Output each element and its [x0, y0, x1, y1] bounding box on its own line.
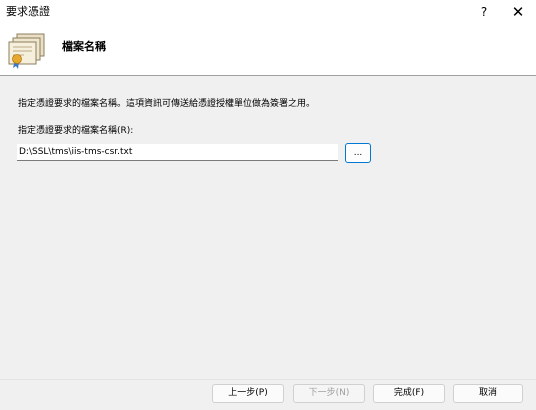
wizard-body: 指定憑證要求的檔案名稱。這項資訊可傳送給憑證授權單位做為簽署之用。 指定憑證要求… [0, 76, 536, 379]
window-title: 要求憑證 [6, 5, 50, 18]
title-bar[interactable]: 要求憑證 ? ✕ [0, 0, 536, 24]
filename-field[interactable] [17, 144, 338, 161]
request-certificate-dialog: 要求憑證 ? ✕ 檔案名稱 指定憑證要求的檔案名稱。這項資訊可傳送給憑證授權單位… [0, 0, 536, 410]
next-button[interactable]: 下一步(N) [293, 384, 365, 403]
back-button[interactable]: 上一步(P) [212, 384, 284, 403]
cancel-button[interactable]: 取消 [453, 384, 523, 403]
finish-button[interactable]: 完成(F) [373, 384, 445, 403]
certificate-stack-icon [8, 33, 45, 69]
help-button[interactable]: ? [472, 1, 496, 23]
filename-field-label: 指定憑證要求的檔案名稱(R): [18, 126, 134, 136]
wizard-header: 檔案名稱 [0, 24, 536, 76]
page-title: 檔案名稱 [62, 40, 106, 53]
close-button[interactable]: ✕ [504, 1, 532, 23]
page-description: 指定憑證要求的檔案名稱。這項資訊可傳送給憑證授權單位做為簽署之用。 [18, 99, 316, 109]
wizard-footer: 上一步(P) 下一步(N) 完成(F) 取消 [0, 379, 536, 410]
browse-button[interactable]: ... [345, 143, 371, 163]
